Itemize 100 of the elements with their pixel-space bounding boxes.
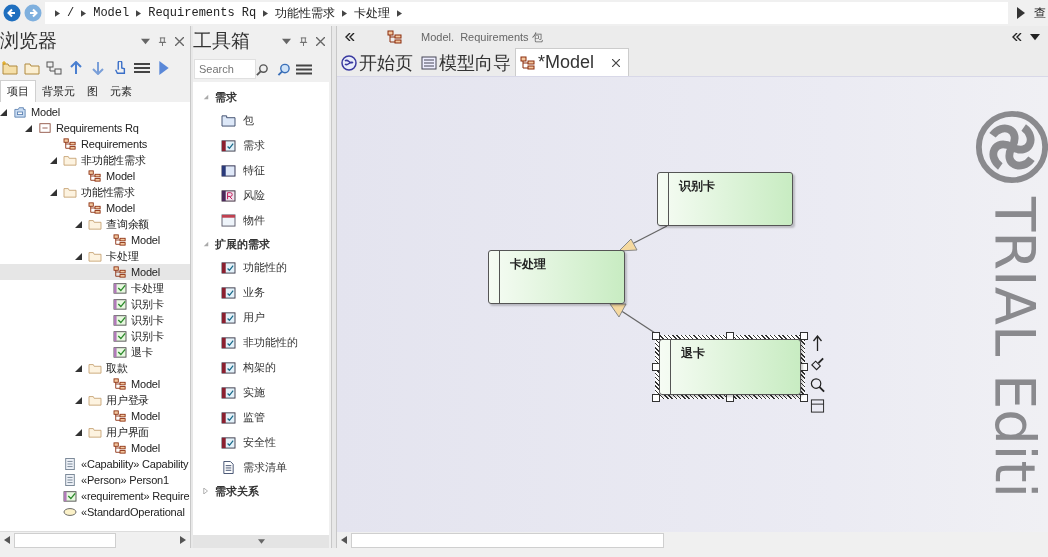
toolbox-item[interactable]: 安全性 <box>193 430 329 455</box>
breadcrumb-item[interactable]: Requirements Rq <box>148 6 257 20</box>
expander-icon[interactable] <box>75 396 82 404</box>
tree-item[interactable]: Model <box>0 408 190 424</box>
tree-item[interactable]: 查询余额 <box>0 216 190 232</box>
tree-item[interactable]: 识别卡 <box>0 296 190 312</box>
tree-item[interactable]: 用户界面 <box>0 424 190 440</box>
search-icon[interactable] <box>256 62 269 76</box>
toolbox-item[interactable]: 需求 <box>193 133 329 158</box>
scroll-left-icon[interactable] <box>341 536 347 544</box>
resize-handle[interactable] <box>652 394 660 402</box>
play-icon[interactable] <box>1017 7 1025 19</box>
resize-handle[interactable] <box>652 332 660 340</box>
collapse-icon[interactable] <box>345 33 355 41</box>
scroll-right-icon[interactable] <box>180 536 186 544</box>
pin-icon[interactable] <box>158 36 167 46</box>
menu-icon[interactable] <box>134 61 150 75</box>
tree-item[interactable]: 用户登录 <box>0 392 190 408</box>
pointer-icon[interactable] <box>112 61 128 75</box>
document-tab[interactable]: *Model <box>515 48 630 76</box>
toolbox-group[interactable]: 需求 <box>193 86 329 108</box>
tree-item[interactable]: 取款 <box>0 360 190 376</box>
close-icon[interactable] <box>316 36 325 46</box>
resize-handle[interactable] <box>800 394 808 402</box>
toolbox-item[interactable]: 实施 <box>193 380 329 405</box>
toolbox-item[interactable]: 包 <box>193 108 329 133</box>
breadcrumb-item[interactable]: Model <box>93 6 130 20</box>
toolbox-item[interactable]: 非功能性的 <box>193 330 329 355</box>
tree-item[interactable]: 卡处理 <box>0 248 190 264</box>
expander-icon[interactable] <box>50 156 57 164</box>
close-icon[interactable] <box>612 58 621 67</box>
horizontal-scrollbar[interactable] <box>0 531 190 548</box>
chevron-icon[interactable] <box>55 9 60 17</box>
dropdown-icon[interactable] <box>1030 33 1040 41</box>
breadcrumb-item[interactable]: / <box>67 6 75 20</box>
generalization-connector[interactable] <box>609 303 656 334</box>
chevron-icon[interactable] <box>263 9 269 17</box>
horizontal-scrollbar[interactable] <box>337 532 1048 548</box>
scrollbar-thumb[interactable] <box>14 532 116 548</box>
panel-tab[interactable]: 项目 <box>0 80 36 102</box>
chevron-icon[interactable] <box>136 9 142 17</box>
toolbox-item[interactable]: 物件 <box>193 208 329 233</box>
tree-item[interactable]: 退卡 <box>0 344 190 360</box>
toolbox-group[interactable]: 扩展的需求 <box>193 233 329 255</box>
requirement-node[interactable]: 识别卡 <box>657 172 793 226</box>
pin-icon[interactable] <box>299 36 308 46</box>
scroll-left-icon[interactable] <box>4 536 10 544</box>
tree-item[interactable]: «requirement» Require <box>0 488 190 504</box>
breadcrumb-item[interactable]: 卡处理 <box>354 4 391 22</box>
toolbox-item[interactable]: 业务 <box>193 280 329 305</box>
expander-icon[interactable] <box>75 428 82 436</box>
tree-item[interactable]: «Person» Person1 <box>0 472 190 488</box>
chevron-icon[interactable] <box>397 9 403 17</box>
search-field[interactable]: Search <box>194 59 256 79</box>
breadcrumb-item[interactable]: 功能性需求 <box>275 4 336 22</box>
tree-item[interactable]: Model <box>0 104 190 120</box>
expander-icon[interactable] <box>75 252 82 260</box>
tree-item[interactable]: Model <box>0 440 190 456</box>
menu-icon[interactable] <box>296 62 312 76</box>
toolbox-item[interactable]: 监管 <box>193 405 329 430</box>
tree-item[interactable]: 功能性需求 <box>0 184 190 200</box>
tree-item[interactable]: 识别卡 <box>0 312 190 328</box>
requirement-node[interactable]: 卡处理 <box>488 250 625 304</box>
toolbox-item[interactable]: 特征 <box>193 158 329 183</box>
toolbox-item[interactable]: 需求清单 <box>193 455 329 480</box>
toolbox-item[interactable]: 风险 <box>193 183 329 208</box>
tree-item[interactable]: Model <box>0 168 190 184</box>
diagram-canvas[interactable]: 识别卡 卡处理 退卡 TRIAL Editi <box>337 77 1048 532</box>
chevron-icon[interactable] <box>342 9 348 17</box>
tree-item[interactable]: 非功能性需求 <box>0 152 190 168</box>
tree-item[interactable]: Model <box>0 376 190 392</box>
tree-item[interactable]: «Capability» Capability <box>0 456 190 472</box>
tree-item[interactable]: Model <box>0 232 190 248</box>
search-menu[interactable]: 查 <box>1034 4 1048 22</box>
tree-item[interactable]: Model <box>0 264 190 280</box>
hierarchy-icon[interactable] <box>46 61 62 75</box>
toolbox-item[interactable]: 功能性的 <box>193 255 329 280</box>
tree-item[interactable]: Requirements Rq <box>0 120 190 136</box>
panel-tab[interactable]: 背景元 <box>36 81 81 102</box>
expander-icon[interactable] <box>50 188 57 196</box>
tree-item[interactable]: Model <box>0 200 190 216</box>
expander-icon[interactable] <box>25 124 32 132</box>
expander-icon[interactable] <box>75 364 82 372</box>
toolbox-item[interactable]: 用户 <box>193 305 329 330</box>
back-icon[interactable] <box>3 4 21 22</box>
close-icon[interactable] <box>175 36 184 46</box>
toolbox-group[interactable]: 需求关系 <box>193 480 329 502</box>
scrollbar-thumb[interactable] <box>351 532 664 548</box>
brush-icon[interactable] <box>810 356 825 372</box>
chevron-icon[interactable] <box>81 9 87 17</box>
search-icon[interactable] <box>810 377 825 393</box>
resize-handle[interactable] <box>800 332 808 340</box>
generalization-connector[interactable] <box>618 225 668 252</box>
expander-icon[interactable] <box>0 108 7 116</box>
tree-item[interactable]: 识别卡 <box>0 328 190 344</box>
up-arrow-icon[interactable] <box>810 335 825 351</box>
note-icon[interactable] <box>810 398 825 414</box>
document-tab[interactable]: 模型向导 <box>417 49 515 76</box>
panel-tab[interactable]: 元素 <box>104 81 138 102</box>
breadcrumb-bar[interactable]: / Model Requirements Rq 功能性需求 卡处理 <box>45 2 1008 24</box>
